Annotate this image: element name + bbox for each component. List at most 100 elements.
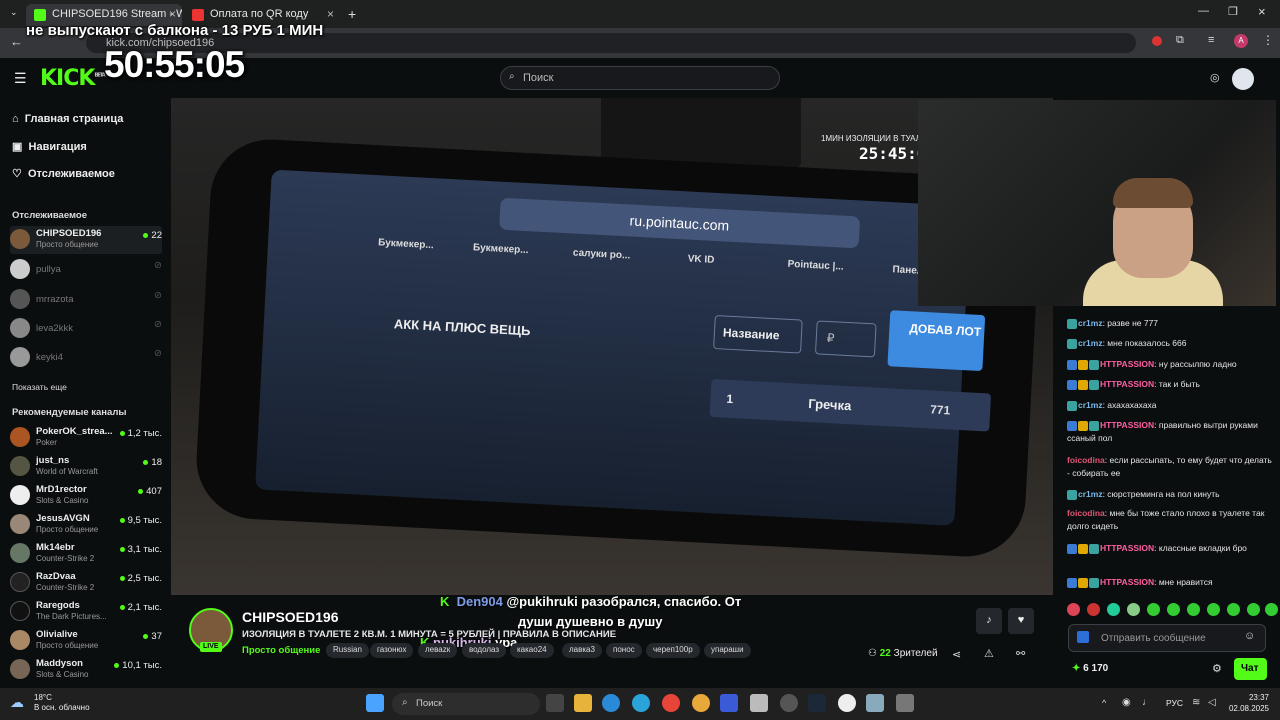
stream-tag[interactable]: леваzк [418,643,458,658]
taskbar-search[interactable]: Поиск [392,693,540,715]
stream-tag[interactable]: водолаз [462,643,507,658]
sidebar-channel-jesusavgn[interactable]: JesusAVGN Просто общение 9,5 тыс. [10,511,162,539]
search-input[interactable]: Поиск [500,66,780,90]
new-tab-button[interactable]: + [348,6,356,22]
emote-icon[interactable] [1265,603,1278,616]
stream-category[interactable]: Просто общение [242,645,320,656]
report-icon[interactable]: ⚠ [984,647,994,660]
kick-logo[interactable]: KICKBETA [40,66,106,91]
chat-username[interactable]: HTTPASSION [1100,577,1154,587]
sidebar-channel-mrd1rector[interactable]: MrD1rector Slots & Casino 407 [10,482,162,510]
volume-icon[interactable]: ◁ [1208,697,1216,708]
app-icon[interactable] [720,694,738,712]
chat-username[interactable]: foicodina [1067,455,1105,465]
nav-home[interactable]: ⌂ Главная страница [12,113,123,125]
calculator-icon[interactable] [896,694,914,712]
chrome-icon[interactable] [662,694,680,712]
emote-icon[interactable] [1227,603,1240,616]
chat-username[interactable]: cr1mz [1078,338,1103,348]
user-avatar[interactable] [1232,68,1254,90]
send-chat-button[interactable]: Чат [1234,658,1267,680]
show-more-link[interactable]: Показать еще [12,382,67,392]
stream-tag[interactable]: какао24 [510,643,554,658]
tray-chevron-icon[interactable]: ^ [1102,698,1106,708]
chat-username[interactable]: cr1mz [1078,318,1103,328]
stream-tag[interactable]: понос [606,643,642,658]
emote-icon[interactable] [1247,603,1260,616]
mic-icon[interactable]: ♩ [1142,697,1152,708]
sidebar-channel-leva2kkk[interactable]: leva2kkk ⊘ [10,315,162,343]
sidebar-channel-razdvaa[interactable]: RazDvaa Counter-Strike 2 2,5 тыс. [10,569,162,597]
channel-points[interactable]: ✦ 6 170 [1072,663,1108,674]
chat-username[interactable]: HTTPASSION [1100,359,1154,369]
language-indicator[interactable]: РУС [1166,698,1183,708]
edge-icon[interactable] [602,694,620,712]
sidebar-channel-raregods[interactable]: Raregods The Dark Pictures... 2,1 тыс. [10,598,162,626]
hamburger-menu-icon[interactable]: ☰ [14,70,27,87]
close-icon[interactable]: × [327,7,334,21]
weather-widget[interactable]: 18°C В осн. облачно [34,693,90,713]
sidebar-channel-pokerok[interactable]: PokerOK_strea... Poker 1,2 тыс. [10,424,162,452]
chat-username[interactable]: HTTPASSION [1100,420,1154,430]
sidebar-channel-mrrazota[interactable]: mrrazota ⊘ [10,286,162,314]
maximize-icon[interactable]: ❐ [1228,5,1238,18]
emote-icon[interactable] [1167,603,1180,616]
profile-avatar[interactable]: A [1234,34,1248,48]
sidebar-channel-mk14ebr[interactable]: Mk14ebr Counter-Strike 2 3,1 тыс. [10,540,162,568]
file-explorer-icon[interactable] [574,694,592,712]
sidebar-channel-keyki4[interactable]: keyki4 ⊘ [10,344,162,372]
emote-icon[interactable] [1127,603,1140,616]
chat-mode-icon[interactable] [1077,631,1089,643]
follow-button[interactable]: ♥ [1008,608,1034,634]
minimize-icon[interactable]: — [1198,5,1209,17]
extension-icon[interactable] [1152,36,1162,46]
menu-dots-icon[interactable]: ⋮ [1262,33,1274,47]
close-icon[interactable]: × [169,7,176,21]
steam-icon[interactable] [808,694,826,712]
share-icon[interactable]: ⋖ [952,648,961,661]
clip-icon[interactable]: ⚯ [1016,647,1025,660]
chat-username[interactable]: foicodina [1067,508,1105,518]
nav-browse[interactable]: ▣ Навигация [12,140,87,153]
emote-icon[interactable] [1207,603,1220,616]
emoji-icon[interactable]: ☺ [1244,630,1255,642]
stream-tag[interactable]: лавка3 [562,643,602,658]
app-icon[interactable] [750,694,768,712]
chat-username[interactable]: cr1mz [1078,489,1103,499]
close-window-icon[interactable]: × [1258,4,1266,19]
stream-tag[interactable]: упараши [704,643,751,658]
telegram-icon[interactable] [632,694,650,712]
chat-username[interactable]: HTTPASSION [1100,543,1154,553]
notifications-icon[interactable]: ◎ [1210,71,1220,84]
emote-icon[interactable] [1187,603,1200,616]
sidebar-channel-maddyson[interactable]: Maddyson Slots & Casino 10,1 тыс. [10,656,162,684]
app-icon[interactable] [692,694,710,712]
chat-settings-icon[interactable]: ⚙ [1212,662,1222,675]
app-icon[interactable] [780,694,798,712]
chat-username[interactable]: HTTPASSION [1100,379,1154,389]
notify-bell-button[interactable]: ♪ [976,608,1002,634]
emote-icon[interactable] [1147,603,1160,616]
emote-icon[interactable] [1067,603,1080,616]
chat-message-input[interactable]: Отправить сообщение [1068,624,1266,652]
nav-following[interactable]: ♡ Отслеживаемое [12,167,115,180]
emote-icon[interactable] [1107,603,1120,616]
chat-username[interactable]: cr1mz [1078,400,1103,410]
stream-tag[interactable]: Russian [326,643,369,658]
emote-bar[interactable] [1067,603,1278,619]
tab-list-button[interactable]: ⌄ [8,4,22,26]
media-icon[interactable]: ≡ [1208,34,1214,46]
yandex-icon[interactable] [838,694,856,712]
stream-tag[interactable]: череп100р [646,643,700,658]
puzzle-icon[interactable]: ⧉ [1176,34,1184,47]
emote-icon[interactable] [1087,603,1100,616]
stream-tag[interactable]: газонюх [370,643,414,658]
sidebar-channel-chipsoed196[interactable]: CHIPSOED196 Просто общение 22 [10,226,162,254]
settings-icon[interactable] [866,694,884,712]
sidebar-channel-olivialive[interactable]: Olivialive Просто общение 37 [10,627,162,655]
sidebar-channel-pullya[interactable]: pullya ⊘ [10,256,162,284]
wifi-icon[interactable]: ≋ [1192,697,1200,708]
task-view-icon[interactable] [546,694,564,712]
taskbar-clock[interactable]: 23:37 02.08.2025 [1225,692,1269,714]
start-icon[interactable] [366,694,384,712]
